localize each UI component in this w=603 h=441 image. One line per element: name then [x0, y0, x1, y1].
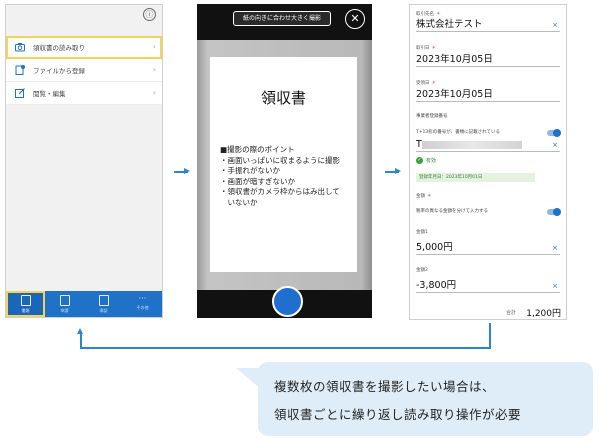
receipt-paper: 領収書 ■撮影の際のポイント ・画面いっぱいに収まるように撮影 ・手振れがないか…	[210, 57, 357, 272]
amount1-field[interactable]: 5,000円 ×	[416, 242, 560, 255]
camera-hint: 紙の向きに合わせ大きく撮影	[233, 11, 331, 26]
document-icon	[59, 295, 70, 306]
return-arrow-up	[77, 328, 83, 348]
clear-icon[interactable]: ×	[552, 242, 558, 254]
received-date-label: 受領日＊	[416, 81, 436, 86]
shutter-button[interactable]	[272, 286, 303, 317]
tab-label: 書類	[21, 308, 30, 313]
approve-icon	[98, 295, 109, 306]
tab-apply[interactable]: 申請	[45, 291, 84, 317]
flow-arrow-2	[385, 168, 401, 174]
tip-line: ・領収書がカメラ枠からはみ出して	[220, 187, 340, 196]
tip-line: ・画面が暗すぎないか	[220, 176, 295, 186]
return-arrow-line	[80, 347, 491, 349]
clear-icon[interactable]: ×	[552, 280, 558, 292]
menu-list: 領収書の読み取り › ファイルから登録 › 閲覧・編集 ›	[6, 36, 162, 105]
split-tax-toggle[interactable]	[547, 207, 561, 216]
transaction-date-field[interactable]: 2023年10月05日	[416, 54, 560, 67]
amount2-field[interactable]: -3,800円 ×	[416, 280, 560, 293]
split-tax-label: 税率の異なる金額を分けて入力する	[416, 209, 488, 214]
valid-status: ✓ 有効	[416, 157, 437, 164]
tab-label: 申請	[60, 308, 69, 313]
note-line-2: 領収書ごとに繰り返し読み取り操作が必要	[274, 407, 522, 422]
tab-label: その他	[136, 305, 149, 310]
shooting-tips: ■撮影の際のポイント ・画面いっぱいに収まるように撮影 ・手振れがないか ・画面…	[220, 145, 355, 208]
masked-number	[422, 141, 522, 149]
tab-other[interactable]: ··· その他	[123, 291, 162, 317]
registration-date-badge: 登録年月日：2023年10月01日	[416, 173, 535, 182]
menu-item-register-file[interactable]: ファイルから登録 ›	[6, 59, 162, 82]
total-label: 合計	[506, 310, 517, 316]
clear-icon[interactable]: ×	[552, 19, 558, 31]
menu-screen: ⓘ 領収書の読み取り › ファイルから登録 › 閲覧・編集 › 書類 申請 承認…	[5, 4, 163, 318]
menu-item-view-edit[interactable]: 閲覧・編集 ›	[6, 82, 162, 105]
received-date-field[interactable]: 2023年10月05日	[416, 89, 560, 102]
registration-toggle-label: T+13桁の番号が、書類に記載されている	[416, 130, 501, 135]
return-arrow-down	[489, 323, 491, 347]
registration-toggle[interactable]	[547, 128, 561, 137]
chevron-right-icon: ›	[152, 42, 156, 51]
receipt-icon	[20, 295, 31, 306]
edit-icon	[15, 88, 25, 98]
registration-section-title: 事業者登録番号	[416, 114, 448, 119]
menu-item-label: 領収書の読み取り	[33, 44, 85, 52]
camera-icon	[15, 42, 25, 52]
tips-heading: ■撮影の際のポイント	[220, 145, 295, 154]
menu-item-label: ファイルから登録	[33, 67, 85, 75]
file-add-icon	[15, 65, 25, 75]
receipt-form-screen: 取引先名＊ 株式会社テスト × 取引日＊ 2023年10月05日 受領日＊ 202…	[409, 4, 567, 320]
bottom-tab-bar: 書類 申請 承認 ··· その他	[6, 291, 162, 317]
total-value: 1,200円	[526, 309, 561, 319]
amount2-label: 金額2	[416, 268, 428, 273]
transaction-date-label: 取引日＊	[416, 46, 436, 51]
info-icon[interactable]: ⓘ	[143, 8, 156, 21]
close-icon[interactable]: ✕	[345, 9, 365, 29]
clear-icon[interactable]: ×	[552, 139, 558, 151]
menu-item-read-receipt[interactable]: 領収書の読み取り ›	[6, 36, 162, 59]
chevron-right-icon: ›	[152, 65, 156, 74]
chevron-right-icon: ›	[152, 88, 156, 97]
payee-label: 取引先名＊	[416, 12, 441, 17]
payee-field[interactable]: 株式会社テスト ×	[416, 19, 560, 32]
note-callout: 複数枚の領収書を撮影したい場合は、 領収書ごとに繰り返し読み取り操作が必要	[258, 362, 593, 436]
amount-section-title: 金額＊	[416, 194, 432, 199]
amount1-label: 金額1	[416, 230, 428, 235]
check-icon: ✓	[416, 157, 423, 164]
camera-preview: 領収書 ■撮影の際のポイント ・画面いっぱいに収まるように撮影 ・手振れがないか…	[197, 40, 372, 290]
tip-line: ・画面いっぱいに収まるように撮影	[220, 155, 340, 165]
more-icon: ···	[138, 294, 147, 303]
tip-line: いないか	[220, 197, 258, 207]
tab-documents[interactable]: 書類	[6, 291, 45, 317]
flow-arrow-1	[174, 168, 190, 174]
tip-line: ・手振れがないか	[220, 166, 280, 175]
tab-approve[interactable]: 承認	[84, 291, 123, 317]
receipt-title: 領収書	[260, 89, 306, 107]
menu-item-label: 閲覧・編集	[33, 90, 66, 98]
camera-screen: 紙の向きに合わせ大きく撮影 ✕ 領収書 ■撮影の際のポイント ・画面いっぱいに収…	[197, 4, 372, 318]
note-line-1: 複数枚の領収書を撮影したい場合は、	[274, 379, 496, 394]
tab-label: 承認	[99, 308, 108, 313]
